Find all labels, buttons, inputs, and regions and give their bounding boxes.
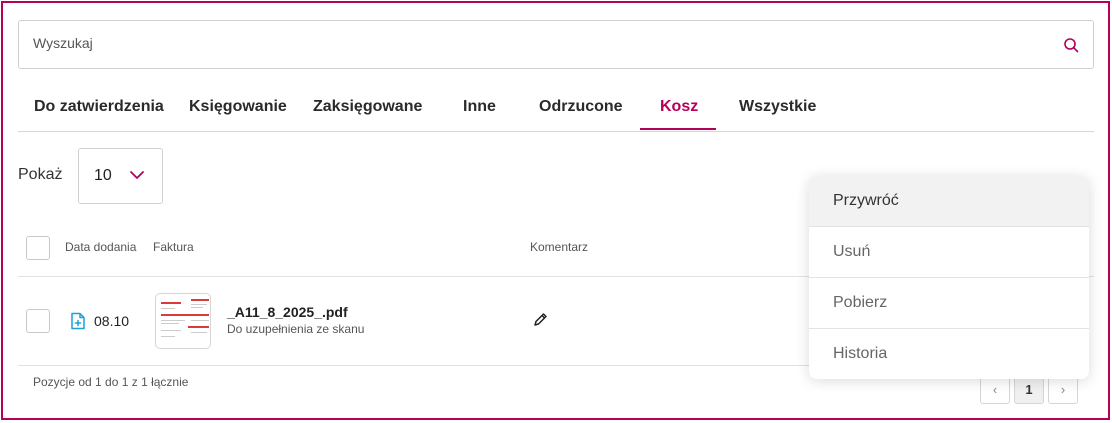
column-header-comment[interactable]: Komentarz [530,240,588,254]
file-status: Do uzupełnienia ze skanu [227,322,365,336]
pagination-summary: Pozycje od 1 do 1 z 1 łącznie [33,375,189,389]
menu-item-history[interactable]: Historia [809,329,1089,379]
tab-odrzucone[interactable]: Odrzucone [539,98,623,116]
status-tabs: Do zatwierdzenia Księgowanie Zaksięgowan… [18,88,1094,132]
document-icon [71,312,85,330]
active-tab-indicator [640,128,716,130]
menu-item-label: Przywróć [833,192,899,209]
search-box[interactable] [18,20,1094,69]
select-all-checkbox[interactable] [26,236,50,260]
tab-do-zatwierdzenia[interactable]: Do zatwierdzenia [34,98,164,116]
edit-comment-icon[interactable] [532,312,548,328]
search-input[interactable] [33,35,1033,51]
next-page-button[interactable]: › [1048,375,1078,404]
tab-zaksiegowane[interactable]: Zaksięgowane [313,98,422,116]
row-actions-menu: Przywróć Usuń Pobierz Historia [809,176,1089,379]
search-icon[interactable] [1063,37,1079,53]
tab-inne[interactable]: Inne [463,98,496,116]
file-name[interactable]: _A11_8_2025_.pdf [227,304,348,320]
row-divider [18,365,818,366]
menu-item-restore[interactable]: Przywróć [809,176,1089,227]
row-checkbox[interactable] [26,309,50,333]
page-size-value: 10 [94,167,112,184]
column-header-invoice[interactable]: Faktura [153,240,194,254]
tab-kosz[interactable]: Kosz [660,98,698,116]
column-header-date[interactable]: Data dodania [65,240,136,254]
chevron-down-icon [130,171,144,179]
menu-item-delete[interactable]: Usuń [809,227,1089,278]
previous-page-button[interactable]: ‹ [980,375,1010,404]
menu-item-label: Usuń [833,243,871,260]
row-date: 08.10 [94,313,130,329]
page-size-label: Pokaż [18,166,63,183]
menu-item-label: Pobierz [833,294,888,311]
tab-wszystkie[interactable]: Wszystkie [739,98,816,116]
page-1-button[interactable]: 1 [1014,375,1044,404]
menu-item-download[interactable]: Pobierz [809,278,1089,329]
menu-item-label: Historia [833,345,888,362]
invoice-thumbnail[interactable] [155,293,211,349]
page-size-select[interactable]: 10 [78,148,163,204]
tab-ksiegowanie[interactable]: Księgowanie [189,98,287,116]
invoice-preview-image [161,299,209,337]
